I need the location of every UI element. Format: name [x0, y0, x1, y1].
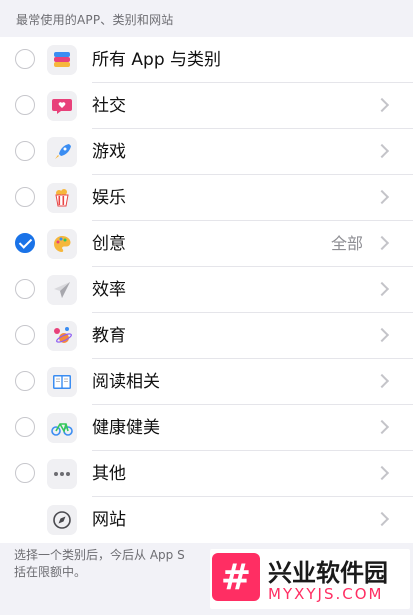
chevron-right-icon: [374, 373, 390, 389]
watermark: # 兴业软件园 MYXYJS.COM: [210, 549, 410, 609]
chevron-right-icon: [374, 143, 390, 159]
watermark-logo: #: [212, 553, 260, 601]
row-radio[interactable]: [15, 463, 35, 483]
row-value: 全部: [330, 234, 363, 253]
row-radio[interactable]: [15, 49, 35, 69]
ellipsis-icon: [47, 459, 77, 489]
section-header: 最常使用的APP、类别和网站: [16, 13, 174, 27]
watermark-subtitle: MYXYJS.COM: [268, 585, 384, 603]
chevron-right-icon: [374, 419, 390, 435]
row-radio[interactable]: [15, 325, 35, 345]
book-icon: [47, 367, 77, 397]
row-label: 所有 App 与类别: [92, 50, 222, 70]
row-social[interactable]: 社交: [0, 83, 413, 129]
chevron-right-icon: [374, 235, 390, 251]
row-label: 游戏: [92, 142, 126, 162]
row-label: 其他: [92, 464, 126, 484]
row-label: 娱乐: [92, 188, 126, 208]
row-label: 阅读相关: [92, 372, 160, 392]
row-radio[interactable]: [15, 417, 35, 437]
row-label: 网站: [92, 510, 126, 530]
row-label: 效率: [92, 280, 126, 300]
popcorn-icon: [47, 183, 77, 213]
row-label: 社交: [92, 96, 126, 116]
row-radio-checked[interactable]: [15, 233, 35, 253]
stack-icon: [47, 45, 77, 75]
row-radio[interactable]: [15, 141, 35, 161]
row-label: 教育: [92, 326, 126, 346]
palette-icon: [47, 229, 77, 259]
row-radio[interactable]: [15, 187, 35, 207]
row-radio[interactable]: [15, 279, 35, 299]
chevron-right-icon: [374, 511, 390, 527]
row-education[interactable]: 教育: [0, 313, 413, 359]
row-health[interactable]: 健康健美: [0, 405, 413, 451]
chevron-right-icon: [374, 465, 390, 481]
row-websites[interactable]: 网站: [0, 497, 413, 543]
row-all-apps[interactable]: 所有 App 与类别: [0, 37, 413, 83]
row-reading[interactable]: 阅读相关: [0, 359, 413, 405]
bicycle-icon: [47, 413, 77, 443]
row-productivity[interactable]: 效率: [0, 267, 413, 313]
planet-icon: [47, 321, 77, 351]
chat-heart-icon: [47, 91, 77, 121]
row-radio[interactable]: [15, 371, 35, 391]
row-other[interactable]: 其他: [0, 451, 413, 497]
paper-plane-icon: [47, 275, 77, 305]
chevron-right-icon: [374, 281, 390, 297]
row-label: 创意: [92, 234, 126, 254]
row-entertainment[interactable]: 娱乐: [0, 175, 413, 221]
row-creativity[interactable]: 创意 全部: [0, 221, 413, 267]
compass-icon: [47, 505, 77, 535]
row-label: 健康健美: [92, 418, 160, 438]
row-radio[interactable]: [15, 95, 35, 115]
chevron-right-icon: [374, 97, 390, 113]
watermark-title: 兴业软件园: [268, 559, 388, 587]
category-list: 所有 App 与类别 社交 游戏 娱乐 创意 全部 效率 教育 阅读相关 健康健…: [0, 37, 413, 543]
row-games[interactable]: 游戏: [0, 129, 413, 175]
rocket-icon: [47, 137, 77, 167]
chevron-right-icon: [374, 189, 390, 205]
chevron-right-icon: [374, 327, 390, 343]
